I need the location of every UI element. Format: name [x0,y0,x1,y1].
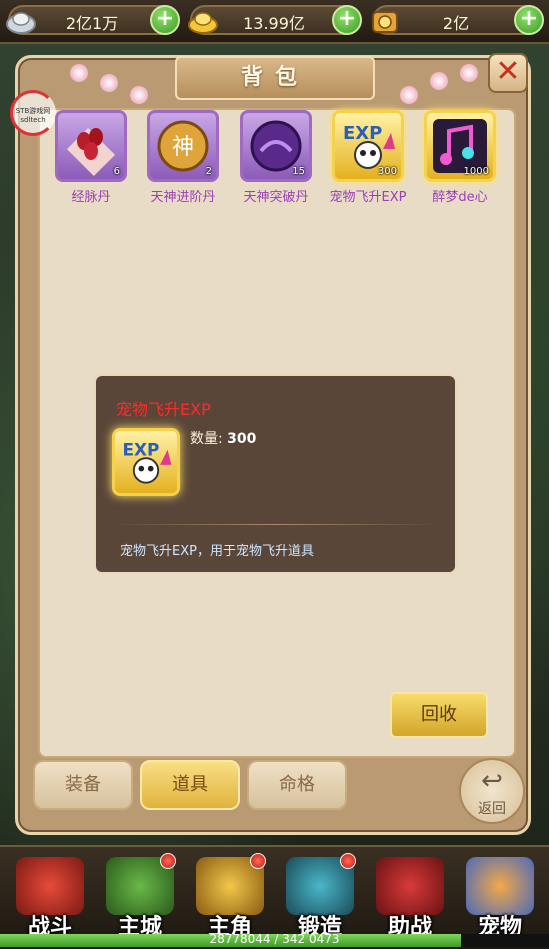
quantity-label: 数量: [190,431,223,447]
add-silver-button[interactable]: + [150,5,180,35]
inventory-item[interactable]: EXP 300 [332,110,404,182]
tab-items[interactable]: 道具 [140,760,240,810]
notification-badge [340,853,356,869]
item-name: 宠物飞升EXP [329,190,407,205]
tab-equipment[interactable]: 装备 [33,760,133,810]
coins-value: 2亿 [442,14,470,33]
nav-battle[interactable]: 战斗 [8,853,92,940]
svg-text:神: 神 [172,135,194,160]
silver-value: 2亿1万 [65,14,119,33]
item-count: 6 [113,166,120,177]
experience-text: 28778044 / 342 0473 [209,932,340,946]
resource-gold: 13.99亿 + [188,5,362,35]
back-arrow-icon: ↩ [481,766,503,796]
resource-bar: 2亿1万 + 13.99亿 + 2亿 + [0,0,549,44]
blossom-decoration [430,72,448,90]
pet-icon [466,857,534,915]
blossom-decoration [400,86,418,104]
inventory-item[interactable]: 神 2 [147,110,219,182]
pet-exp-icon: EXP [123,439,172,484]
add-gold-button[interactable]: + [332,5,362,35]
item-name: 天神突破丹 [243,190,309,205]
blossom-decoration [70,64,88,82]
item-name: 经脉丹 [71,190,111,205]
inventory-item[interactable]: 1000 [424,110,496,182]
close-button[interactable]: ✕ [488,53,528,93]
svg-text:EXP: EXP [343,123,382,144]
item-name: 天神进阶丹 [150,190,216,205]
battle-icon [16,857,84,915]
recycle-button[interactable]: 回收 [390,692,488,738]
item-count: 15 [292,166,305,177]
nav-forge[interactable]: 锻造 [278,853,362,940]
item-name: 醉梦de心 [432,190,488,205]
tooltip-quantity: 数量: 300 [190,428,256,448]
divider [112,524,439,525]
item-count: 2 [205,166,212,177]
item-tooltip: 宠物飞升EXP EXP 数量: 300 宠物飞升EXP，用于宠物飞升道具 [94,374,457,574]
blossom-decoration [130,86,148,104]
inventory-item[interactable]: 15 [240,110,312,182]
nav-pet[interactable]: 宠物 [458,853,542,940]
watermark-text: STB游戏网 sdltech [15,107,51,124]
panel-title: 背包 [175,56,375,100]
quantity-value: 300 [227,431,257,447]
gold-value: 13.99亿 [243,14,305,33]
resource-silver: 2亿1万 + [6,5,180,35]
gold-ingot-icon [188,12,218,34]
tooltip-description: 宠物飞升EXP，用于宠物飞升道具 [120,544,314,559]
item-count: 1000 [463,166,489,177]
tooltip-item-name: 宠物飞升EXP [116,400,211,419]
coins-icon [372,11,398,33]
inventory-item[interactable]: 6 [55,110,127,182]
close-icon: ✕ [495,54,521,89]
notification-badge [160,853,176,869]
nav-hero[interactable]: 主角 [188,853,272,940]
resource-coins: 2亿 + [372,5,544,35]
watermark-logo: STB游戏网 sdltech [10,90,56,136]
notification-badge [250,853,266,869]
blossom-decoration [100,74,118,92]
svg-text:EXP: EXP [123,439,160,459]
tooltip-item-icon: EXP [112,428,180,496]
add-coins-button[interactable]: + [514,5,544,35]
blossom-decoration [460,64,478,82]
nav-city[interactable]: 主城 [98,853,182,940]
nav-assist[interactable]: 助战 [368,853,452,940]
tab-fate[interactable]: 命格 [247,760,347,810]
item-count: 300 [377,166,397,177]
back-label: 返回 [478,801,506,817]
experience-bar: 28778044 / 342 0473 [0,932,549,947]
assist-icon [376,857,444,915]
silver-icon [6,12,36,34]
back-button[interactable]: ↩ 返回 [459,758,525,824]
